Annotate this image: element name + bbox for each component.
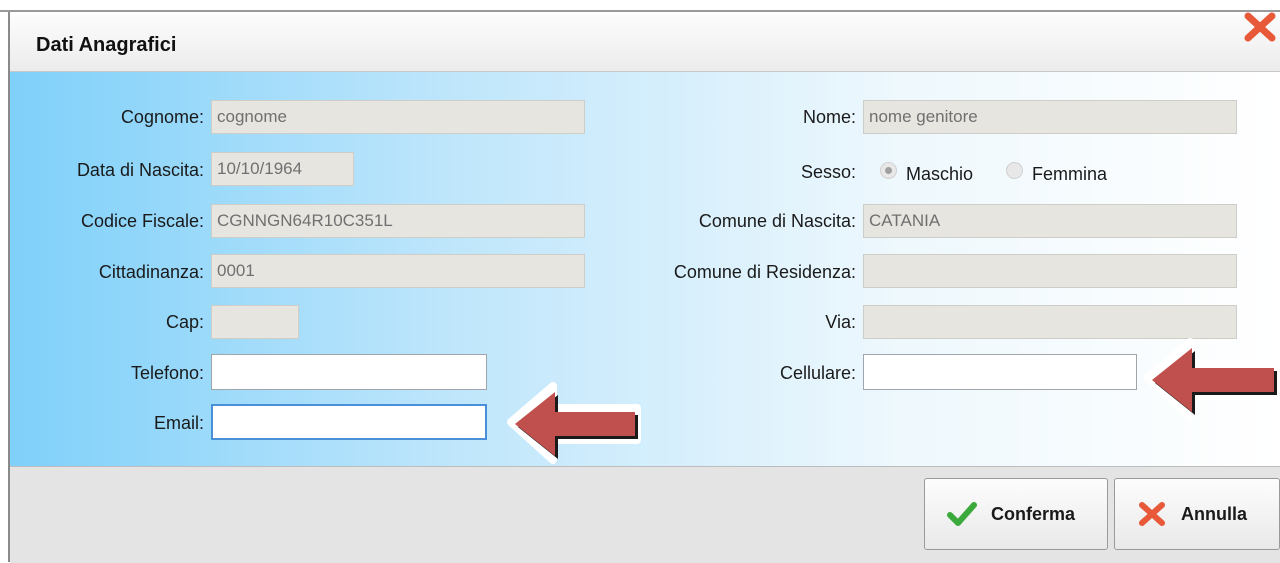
radio-femmina-label: Femmina: [1032, 164, 1108, 184]
telefono-input[interactable]: [211, 354, 487, 390]
nome-field[interactable]: [863, 100, 1237, 134]
comune-nascita-field[interactable]: [863, 204, 1237, 238]
codice-fiscale-label: Codice Fiscale:: [80, 211, 204, 231]
comune-residenza-field[interactable]: [863, 254, 1237, 288]
arrow-left-icon-2: [1144, 338, 1280, 420]
radio-femmina[interactable]: [1006, 162, 1023, 179]
arrow-left-icon: [507, 382, 641, 464]
confirm-button[interactable]: Conferma: [924, 478, 1108, 550]
cognome-label: Cognome:: [120, 107, 204, 127]
email-label: Email:: [153, 413, 204, 433]
data-nascita-label: Data di Nascita:: [76, 160, 204, 180]
cancel-button-label: Annulla: [1181, 503, 1247, 524]
dialog-title: Dati Anagrafici: [36, 34, 177, 56]
radio-maschio[interactable]: [880, 162, 897, 179]
radio-maschio-label: Maschio: [906, 164, 974, 184]
cap-field[interactable]: [211, 305, 299, 339]
cellulare-label: Cellulare:: [779, 363, 856, 383]
cittadinanza-field[interactable]: [211, 254, 585, 288]
close-icon[interactable]: [1243, 11, 1277, 43]
cancel-button[interactable]: Annulla: [1114, 478, 1280, 550]
cognome-field[interactable]: [211, 100, 585, 134]
comune-residenza-label: Comune di Residenza:: [673, 262, 856, 282]
comune-nascita-label: Comune di Nascita:: [698, 211, 856, 231]
cittadinanza-label: Cittadinanza:: [98, 262, 204, 282]
telefono-label: Telefono:: [130, 363, 204, 383]
cap-label: Cap:: [165, 312, 204, 332]
via-label: Via:: [825, 312, 856, 332]
nome-label: Nome:: [802, 107, 856, 127]
cellulare-input[interactable]: [863, 354, 1137, 390]
email-input[interactable]: [211, 404, 487, 440]
cancel-x-icon: [1139, 502, 1165, 526]
sesso-label: Sesso:: [800, 162, 856, 182]
dialog-titlebar: Dati Anagrafici: [10, 15, 1280, 72]
checkmark-icon: [947, 502, 977, 526]
data-nascita-field[interactable]: [211, 152, 354, 186]
confirm-button-label: Conferma: [991, 503, 1076, 524]
codice-fiscale-field[interactable]: [211, 204, 585, 238]
